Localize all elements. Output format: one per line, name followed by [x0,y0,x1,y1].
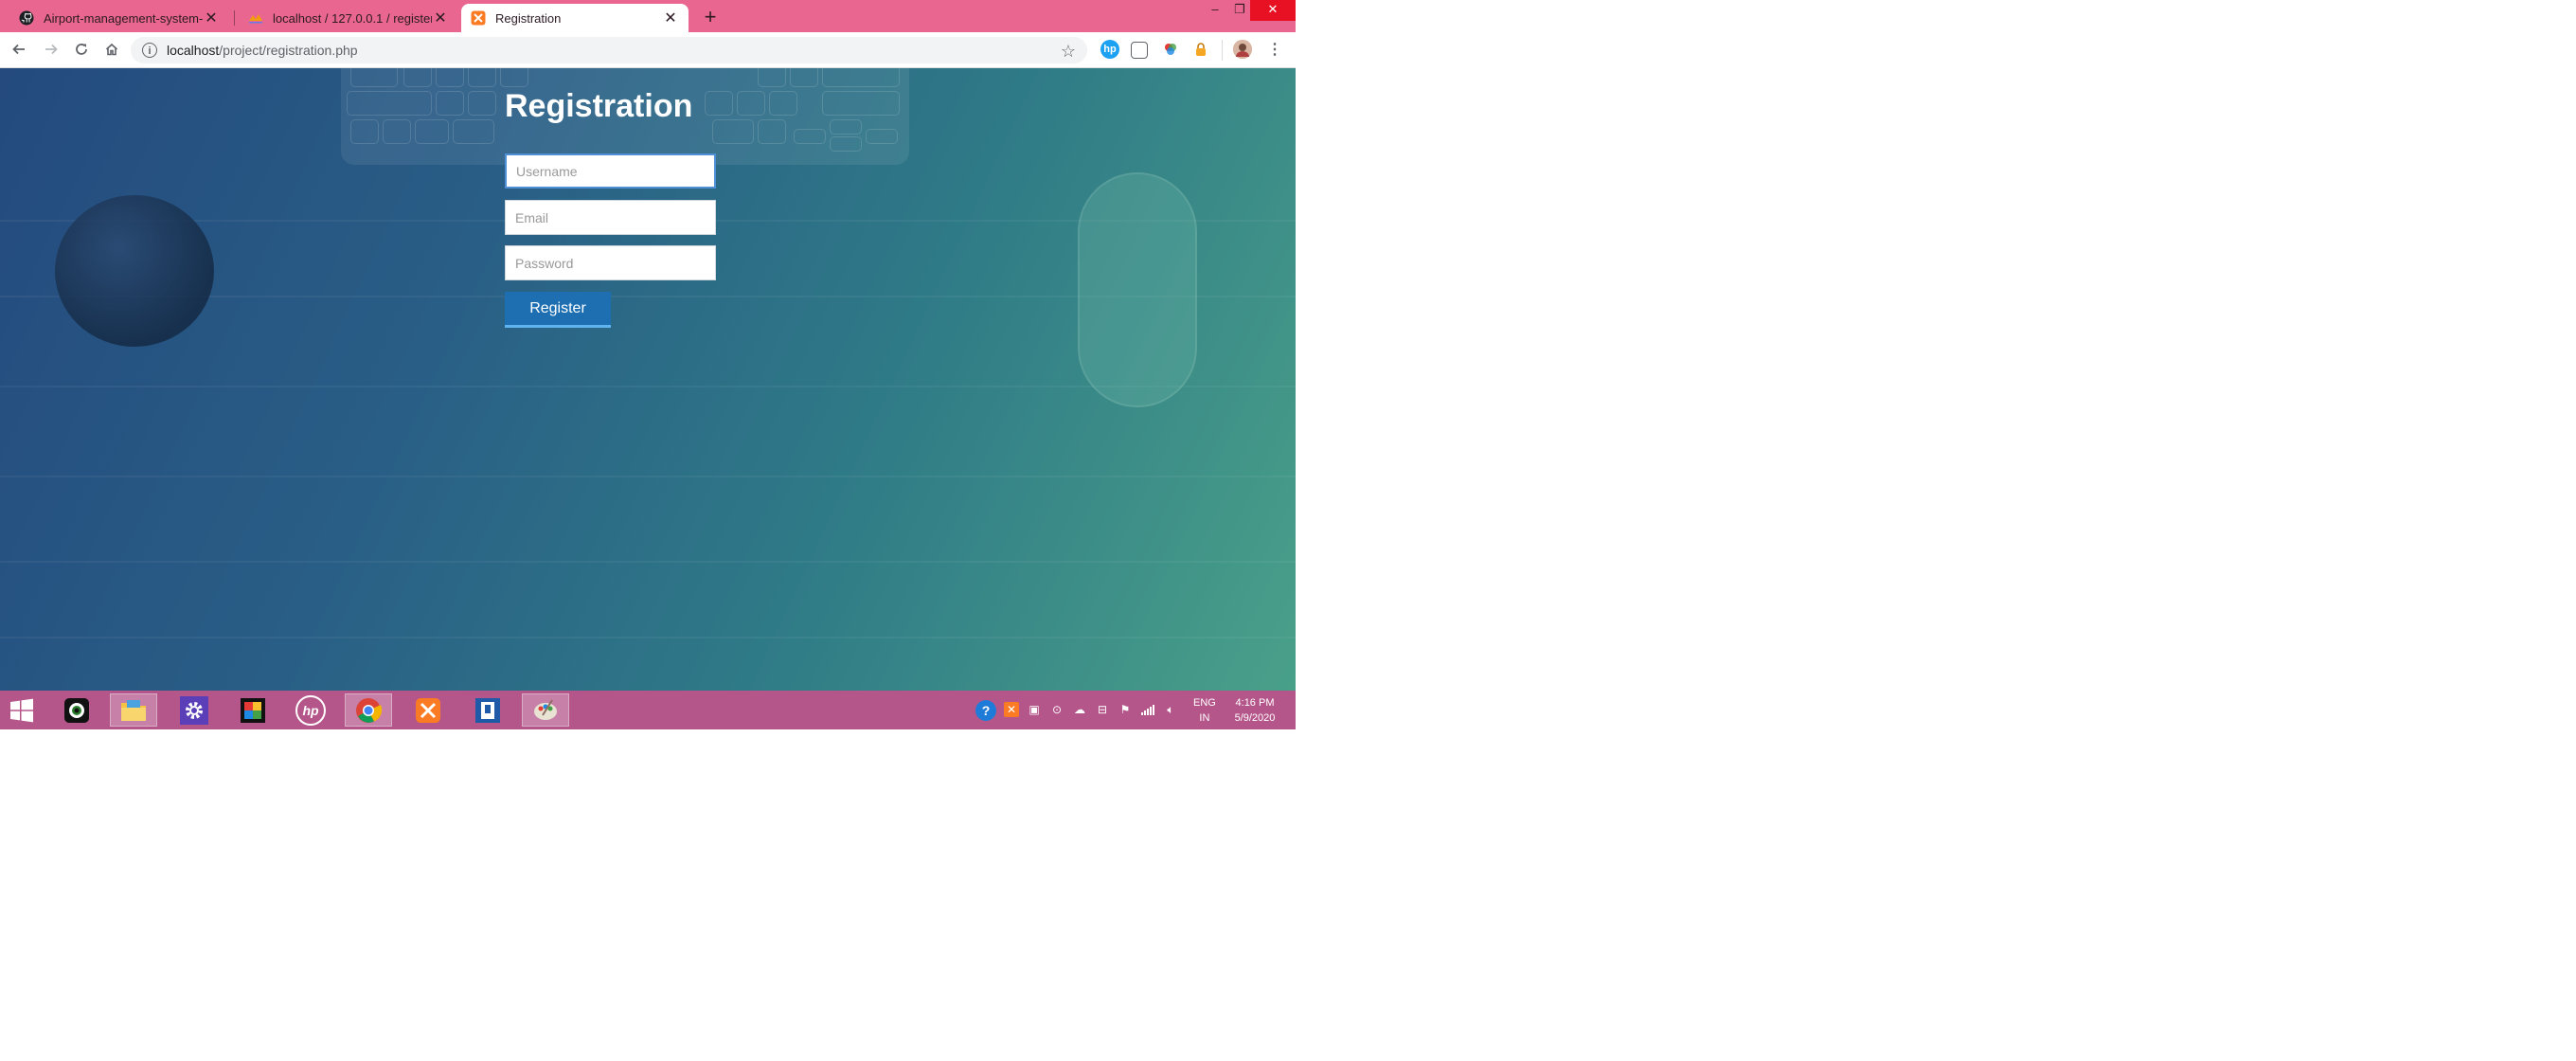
password-input[interactable]: Password [505,245,716,280]
wood-grain [0,476,1296,477]
address-bar[interactable]: i localhost/project/registration.php ☆ [131,37,1087,63]
browser-tab-strip: Airport-management-system-/sr ✕ localhos… [0,0,1296,32]
new-tab-button[interactable]: + [699,6,722,28]
windows-taskbar: hp ? ✕ ▣ ⊙ ☁ ⊟ ⚑ 🔈︎ ENG IN 4:16 PM 5/9/2… [0,691,1296,729]
system-clock[interactable]: 4:16 PM 5/9/2020 [1231,695,1279,726]
browser-toolbar: i localhost/project/registration.php ☆ h… [0,32,1296,68]
apple-background-image [55,195,214,347]
editor-app-icon[interactable] [464,693,511,727]
tab-title: Airport-management-system-/sr [44,10,203,26]
username-input[interactable]: Username [505,153,716,189]
close-tab-icon[interactable]: ✕ [432,9,449,27]
flag-icon[interactable]: ⚑ [1118,702,1133,717]
help-icon[interactable]: ? [975,700,996,721]
paint-app-icon[interactable] [522,693,569,727]
shield-extension-icon[interactable] [1131,42,1148,59]
username-placeholder: Username [516,163,578,179]
lock-extension-icon[interactable] [1191,40,1210,59]
tab-separator [234,10,235,26]
clock-date: 5/9/2020 [1234,712,1276,724]
signal-bars-icon[interactable] [1140,702,1155,717]
password-placeholder: Password [515,255,574,271]
language-region: IN [1199,712,1210,724]
onedrive-cloud-icon[interactable]: ☁ [1072,702,1087,717]
lock-tray-icon[interactable]: ⊙ [1049,702,1064,717]
language-indicator[interactable]: ENG IN [1193,695,1216,726]
register-button[interactable]: Register [505,292,611,328]
start-windows-icon[interactable] [0,693,44,727]
tab-registration[interactable]: Registration ✕ [461,4,689,32]
menu-kebab-icon[interactable]: ⋮ [1265,40,1284,59]
home-icon[interactable] [100,38,123,61]
wood-grain [0,561,1296,563]
svg-text:hp: hp [302,703,319,718]
mouse-background-image [1078,172,1197,407]
registration-form: Registration Username Email Password Reg… [505,87,732,328]
file-explorer-icon[interactable] [110,693,157,727]
profile-avatar[interactable] [1233,40,1252,59]
screen: Airport-management-system-/sr ✕ localhos… [0,0,1296,729]
hp-extension-icon[interactable]: hp [1100,40,1119,59]
xampp-tray-icon[interactable]: ✕ [1004,702,1019,717]
network-device-icon[interactable]: ⊟ [1095,702,1110,717]
xampp-taskbar-icon[interactable] [404,693,452,727]
toolbar-divider [1222,40,1223,61]
camera-app-icon[interactable] [53,693,100,727]
close-tab-icon[interactable]: ✕ [662,9,679,27]
window-close-icon[interactable]: ✕ [1250,0,1296,21]
info-icon[interactable]: i [142,43,157,58]
wood-grain [0,637,1296,638]
xampp-icon [471,10,486,26]
device-tray-icon[interactable]: ▣ [1027,702,1042,717]
bookmark-star-icon[interactable]: ☆ [1061,42,1076,62]
settings-gear-icon[interactable] [170,693,218,727]
clock-time: 4:16 PM [1235,697,1275,709]
tab-github[interactable]: Airport-management-system-/sr ✕ [9,4,229,32]
colorful-extension-icon[interactable] [1161,40,1180,59]
github-icon [19,10,34,26]
tab-phpmyadmin[interactable]: localhost / 127.0.0.1 / register | p ✕ [239,4,458,32]
page-title: Registration [505,88,693,124]
photos-app-icon[interactable] [229,693,277,727]
hp-app-icon[interactable]: hp [287,693,334,727]
tab-title: localhost / 127.0.0.1 / register | p [273,10,432,26]
close-tab-icon[interactable]: ✕ [203,9,220,27]
volume-icon[interactable]: 🔈︎ [1163,702,1178,717]
email-input[interactable]: Email [505,200,716,235]
forward-icon[interactable] [40,38,63,61]
email-placeholder: Email [515,209,549,225]
language-code: ENG [1193,697,1216,709]
back-icon[interactable] [8,38,30,61]
url-text: localhost/project/registration.php [167,43,358,58]
chrome-icon[interactable] [345,693,392,727]
reload-icon[interactable] [70,38,93,61]
tab-title: Registration [495,10,562,26]
phpmyadmin-icon [248,10,263,26]
page-viewport: Registration Username Email Password Reg… [0,68,1296,691]
